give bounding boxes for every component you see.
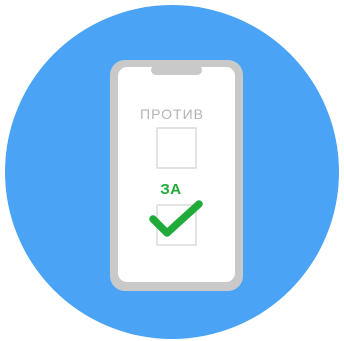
illustration-canvas (5, 5, 339, 339)
phone-notch (151, 65, 202, 75)
smartphone-icon (110, 60, 243, 291)
phone-voting-illustration: ПРОТИВ ЗА (0, 0, 344, 341)
against-label: ПРОТИВ (140, 106, 204, 122)
phone-screen (118, 67, 235, 282)
for-label: ЗА (160, 181, 182, 198)
